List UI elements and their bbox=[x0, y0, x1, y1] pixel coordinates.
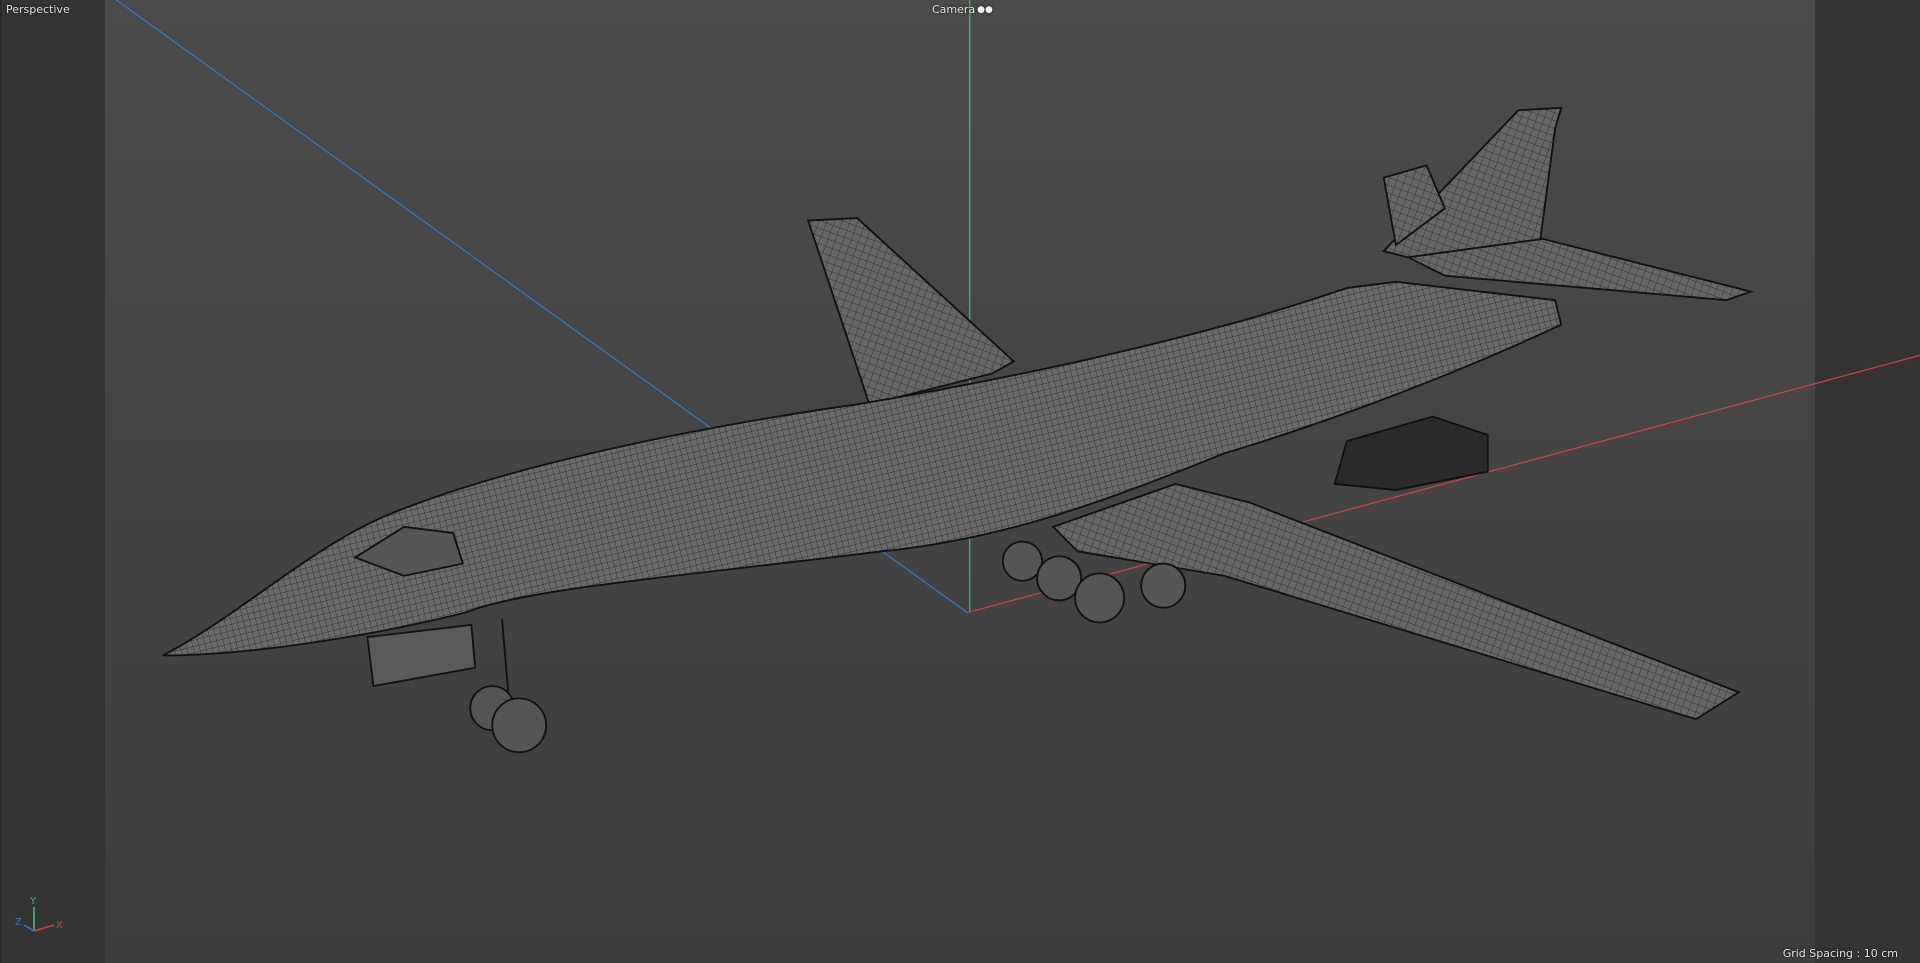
axis-label-x: X bbox=[56, 920, 63, 931]
axis-gizmo: Y X Z bbox=[15, 896, 63, 932]
camera-label: Camera bbox=[932, 3, 976, 16]
nose-landing-gear bbox=[469, 685, 548, 754]
scene-render bbox=[115, 0, 1920, 754]
view-name-label[interactable]: Perspective bbox=[6, 3, 70, 16]
3d-viewport[interactable]: Perspective Camera ●● Y X Z Grid Spacing… bbox=[0, 0, 1920, 963]
engines bbox=[1333, 415, 1489, 492]
nose-gear-door bbox=[366, 623, 477, 688]
camera-icon: ●● bbox=[977, 4, 993, 15]
grid-spacing-label: Grid Spacing : 10 cm bbox=[1782, 947, 1898, 960]
axis-label-y: Y bbox=[29, 896, 37, 907]
far-wing bbox=[806, 217, 1016, 406]
camera-menu[interactable]: Camera ●● bbox=[932, 3, 993, 16]
axis-label-z: Z bbox=[15, 917, 22, 928]
